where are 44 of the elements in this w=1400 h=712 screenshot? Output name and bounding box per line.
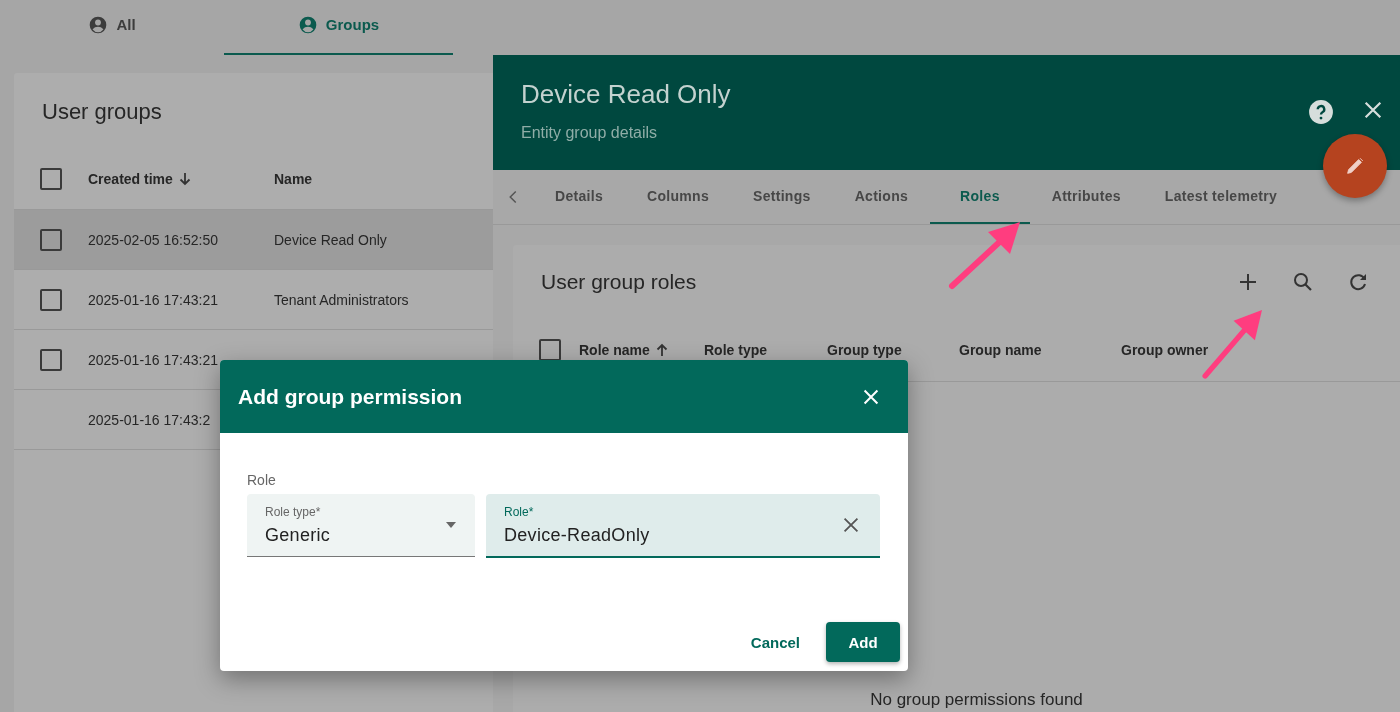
table-row[interactable]: 2025-02-05 16:52:50 Device Read Only <box>14 210 493 270</box>
empty-message: No group permissions found <box>870 690 1083 710</box>
table-row[interactable]: 2025-01-16 17:43:21 Tenant Administrators <box>14 270 493 330</box>
panel-subtitle: Entity group details <box>521 124 659 142</box>
dropdown-icon <box>445 521 457 529</box>
card-title: User groups <box>41 98 163 126</box>
table-cell-text: 2025-01-16 17:43:2 <box>88 411 212 428</box>
panel-title: Device Read Only <box>521 79 732 110</box>
checkbox[interactable] <box>40 168 62 190</box>
tab[interactable]: Attributes <box>1029 170 1143 224</box>
column-header[interactable]: Name <box>274 171 313 187</box>
dialog-title: Add group permission <box>238 384 462 409</box>
view-tab[interactable]: Groups <box>224 0 453 55</box>
view-tab[interactable]: All <box>0 0 224 55</box>
column-header[interactable]: Group owner <box>1121 342 1241 358</box>
input-field[interactable]: Role* Device-ReadOnly <box>486 494 880 558</box>
section-label: Role <box>247 472 277 488</box>
cancel-button[interactable]: Cancel <box>742 625 808 659</box>
card-title: User group roles <box>541 270 698 294</box>
add-button[interactable]: Add <box>826 622 900 662</box>
table-cell-text: 2025-01-16 17:43:21 <box>88 351 219 368</box>
tab[interactable]: Columns <box>625 170 731 224</box>
column-header[interactable]: Group type <box>827 342 959 358</box>
column-header[interactable]: Role type <box>704 342 827 358</box>
table-cell: Device Read Only <box>274 231 387 248</box>
checkbox[interactable] <box>40 348 62 371</box>
account-circle-icon <box>88 14 109 35</box>
tab[interactable]: Latest telemetry <box>1142 170 1300 224</box>
column-header[interactable]: Group name <box>959 342 1121 358</box>
help-icon[interactable] <box>1308 99 1334 125</box>
table-cell-text: 2025-02-05 16:52:50 <box>88 231 219 248</box>
tab[interactable]: Details <box>533 170 625 224</box>
pencil-icon <box>1344 155 1366 177</box>
checkbox[interactable] <box>40 288 62 311</box>
tab[interactable]: Settings <box>731 170 833 224</box>
tab[interactable]: Actions <box>832 170 931 224</box>
account-circle-icon <box>297 14 318 35</box>
select-field[interactable]: Role type* Generic <box>247 494 475 557</box>
column-header[interactable]: Created time <box>88 171 274 187</box>
table-cell: Tenant Administrators <box>274 291 409 308</box>
checkbox[interactable] <box>40 228 62 251</box>
column-header[interactable]: Role name <box>579 342 704 358</box>
table-cell-text: 2025-01-16 17:43:21 <box>88 291 219 308</box>
close-icon[interactable] <box>1362 99 1384 121</box>
